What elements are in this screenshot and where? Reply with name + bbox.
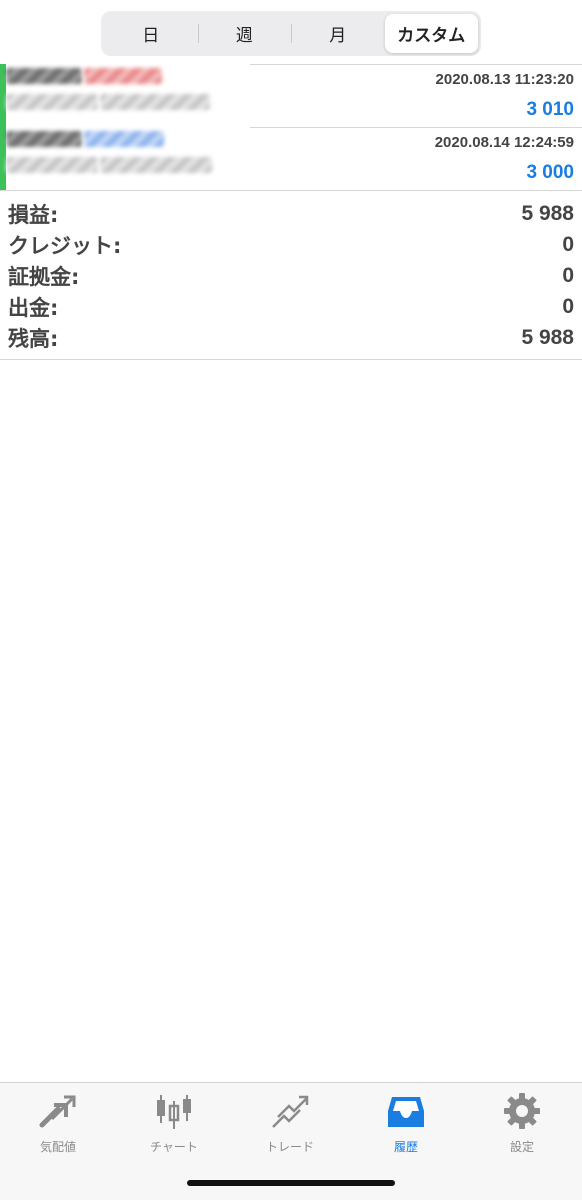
- summary-label: 出金:: [8, 295, 59, 320]
- summary-row-withdrawal: 出金: 0: [0, 291, 582, 322]
- deal-row[interactable]: 2020.08.14 12:24:59 3 000: [0, 127, 582, 190]
- quotes-arrows-icon: [38, 1091, 78, 1131]
- segment-custom[interactable]: カスタム: [384, 14, 478, 53]
- trade-trend-icon: [270, 1091, 310, 1131]
- tab-quotes[interactable]: 気配値: [0, 1091, 116, 1155]
- account-summary: 損益: 5 988 クレジット: 0 証拠金: 0 出金: 0 残高: 5 98…: [0, 198, 582, 353]
- history-inbox-icon: [386, 1091, 426, 1131]
- summary-value: 5 988: [521, 325, 574, 349]
- segment-month[interactable]: 月: [291, 14, 385, 53]
- candlestick-chart-icon: [154, 1091, 194, 1131]
- summary-row-deposit: 証拠金: 0: [0, 260, 582, 291]
- obscured-price: [6, 157, 98, 173]
- deal-profit: 3 000: [526, 162, 574, 183]
- summary-value: 5 988: [521, 201, 574, 225]
- summary-label: 証拠金:: [8, 264, 80, 289]
- obscured-deal-type: [84, 131, 164, 147]
- gear-icon: [502, 1091, 542, 1131]
- tab-settings[interactable]: 設定: [464, 1091, 580, 1155]
- tab-label: 設定: [509, 1140, 534, 1154]
- tab-label: 気配値: [39, 1140, 76, 1154]
- deal-row[interactable]: 2020.08.13 11:23:20 3 010: [0, 64, 582, 127]
- obscured-deal-type: [84, 68, 162, 84]
- summary-label: クレジット:: [8, 233, 122, 258]
- summary-label: 損益:: [8, 202, 59, 227]
- obscured-symbol: [6, 131, 82, 147]
- summary-row-credit: クレジット: 0: [0, 229, 582, 260]
- tab-label: トレード: [265, 1140, 314, 1154]
- obscured-price: [100, 94, 210, 110]
- summary-value: 0: [562, 232, 574, 256]
- tab-trade[interactable]: トレード: [232, 1091, 348, 1155]
- segment-day[interactable]: 日: [104, 14, 198, 53]
- deal-time: 2020.08.14 12:24:59: [434, 134, 574, 151]
- tab-chart[interactable]: チャート: [116, 1091, 232, 1155]
- summary-value: 0: [562, 263, 574, 287]
- obscured-price: [6, 94, 98, 110]
- deal-time: 2020.08.13 11:23:20: [435, 71, 574, 88]
- divider: [0, 359, 582, 360]
- obscured-symbol: [6, 68, 82, 84]
- summary-row-balance: 残高: 5 988: [0, 322, 582, 353]
- tab-label: チャート: [150, 1140, 198, 1154]
- segment-week[interactable]: 週: [197, 14, 292, 53]
- summary-label: 残高:: [8, 326, 59, 351]
- home-indicator[interactable]: [187, 1180, 395, 1186]
- summary-value: 0: [562, 294, 574, 318]
- period-segmented-control: 日 週 月 カスタム: [101, 11, 481, 56]
- deal-profit: 3 010: [526, 99, 574, 120]
- summary-row-profit: 損益: 5 988: [0, 198, 582, 229]
- obscured-price: [100, 157, 212, 173]
- tab-label: 履歴: [393, 1140, 418, 1154]
- divider: [0, 190, 582, 191]
- tab-history[interactable]: 履歴: [348, 1091, 464, 1155]
